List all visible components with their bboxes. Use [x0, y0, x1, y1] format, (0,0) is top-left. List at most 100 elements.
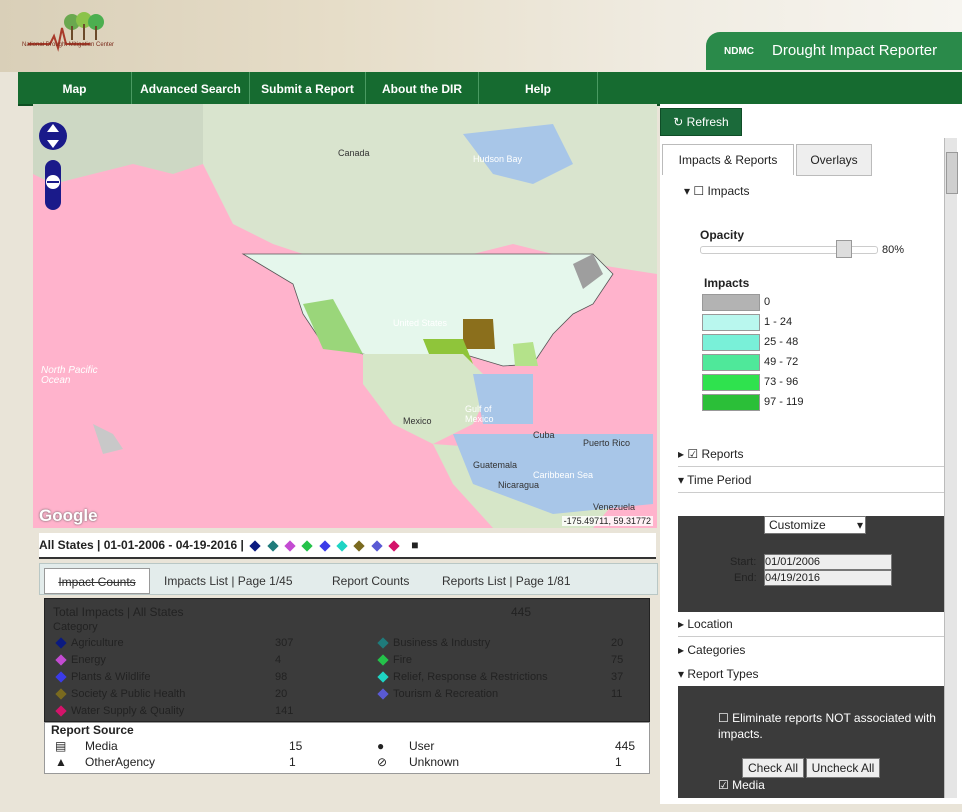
brand-tab: NDMC Drought Impact Reporter [706, 32, 962, 70]
canada-land [203, 104, 657, 274]
cat-name[interactable]: Relief, Response & Restrictions [393, 671, 548, 683]
nav-advanced-search[interactable]: Advanced Search [132, 72, 250, 104]
tab-reports-list[interactable]: Reports List | Page 1/81 [442, 568, 571, 592]
relief-diamond-icon[interactable] [336, 540, 348, 552]
missouri-state [463, 319, 495, 349]
map-view[interactable]: Canada Hudson Bay Mexico Gulf of Mexico … [33, 104, 657, 528]
time-period-select[interactable]: Customize ▾ [764, 516, 866, 534]
label-hudson: Hudson Bay [473, 154, 523, 164]
energy-diamond-icon[interactable] [284, 540, 296, 552]
tab-impact-counts[interactable]: Impact Counts [44, 568, 150, 594]
tab-overlays[interactable]: Overlays [796, 144, 872, 176]
opacity-label: Opacity [700, 228, 745, 242]
scrollbar-thumb[interactable] [946, 152, 958, 194]
cat-name[interactable]: Plants & Wildlife [71, 671, 150, 683]
chevron-down-icon: ▾ [856, 518, 863, 532]
refresh-button[interactable]: ↻ Refresh [660, 108, 742, 136]
time-period-toggle[interactable]: ▾ Time Period [678, 468, 944, 493]
nav-about[interactable]: About the DIR [366, 72, 479, 104]
cat-count: 307 [275, 637, 294, 649]
opacity-value: 80% [882, 244, 905, 256]
fire-diamond-icon[interactable] [301, 540, 313, 552]
cat-count: 37 [611, 671, 624, 683]
cat-name[interactable]: Tourism & Recreation [393, 688, 498, 700]
nav-submit-report[interactable]: Submit a Report [250, 72, 366, 104]
impacts-toggle[interactable]: ▾ ☐ Impacts [684, 184, 749, 198]
cat-name[interactable]: Energy [71, 654, 106, 666]
cat-count: 141 [275, 705, 294, 717]
end-date-input[interactable]: 04/19/2016 [764, 570, 892, 586]
cat-count: 4 [275, 654, 282, 666]
tab-report-counts[interactable]: Report Counts [332, 568, 409, 592]
label-pacific: North Pacific Ocean [41, 365, 98, 386]
opacity-slider-handle[interactable] [836, 240, 852, 258]
agriculture-diamond-icon[interactable] [249, 540, 261, 552]
nav-help[interactable]: Help [479, 72, 598, 104]
label-guatemala: Guatemala [473, 460, 518, 470]
customize-value: Customize [769, 518, 826, 532]
cat-name[interactable]: Agriculture [71, 637, 124, 649]
reports-toggle[interactable]: ▸ ☑ Reports [678, 442, 944, 467]
user-icon[interactable]: ■ [411, 538, 418, 552]
plants-icon [55, 671, 67, 683]
cat-count: 20 [275, 688, 288, 700]
cat-name[interactable]: Fire [393, 654, 412, 666]
energy-icon [55, 654, 67, 666]
map-canvas[interactable] [33, 104, 657, 528]
logo-caption: National Drought Mitigation Center [22, 42, 115, 48]
tourism-icon [377, 688, 389, 700]
unknown-icon: ⊘ [377, 755, 388, 769]
legend-range: 73 - 96 [764, 376, 799, 388]
cat-name[interactable]: Business & Industry [393, 637, 490, 649]
label-cuba: Cuba [533, 430, 555, 440]
cat-name[interactable]: Water Supply & Quality [71, 705, 184, 717]
mexico-land [363, 354, 493, 444]
source-name: Unknown [409, 755, 460, 769]
category-diamonds: ■ [249, 538, 419, 552]
end-label: End: [734, 572, 757, 584]
legend-swatch [702, 334, 760, 351]
start-date-input[interactable]: 01/01/2006 [764, 554, 892, 570]
society-diamond-icon[interactable] [353, 540, 365, 552]
cursor-coordinates: -175.49711, 59.31772 [561, 516, 653, 526]
label-united-states: United States [393, 318, 448, 328]
report-types-toggle[interactable]: ▾ Report Types [678, 662, 944, 687]
cat-name[interactable]: Society & Public Health [71, 688, 185, 700]
tourism-diamond-icon[interactable] [370, 540, 383, 552]
legend-swatch [702, 294, 760, 311]
impact-counts-panel: Total Impacts | All States 445 Category … [44, 598, 650, 722]
legend-range: 1 - 24 [764, 316, 793, 328]
report-source: Report Source ▤ Media 15 ● User 445 ▲ Ot… [44, 722, 650, 774]
report-source-title: Report Source [51, 723, 134, 737]
legend-swatch [702, 374, 760, 391]
media-checkbox[interactable]: ☑ Media [718, 778, 765, 792]
agency-icon: ▲ [55, 755, 67, 769]
impacts-header: Total Impacts | All States [53, 605, 184, 619]
plants-diamond-icon[interactable] [318, 540, 331, 552]
check-all-button[interactable]: Check All [742, 758, 804, 778]
legend-swatch [702, 314, 760, 331]
impacts-label: Impacts [707, 184, 750, 198]
impacts-total: 445 [511, 605, 532, 619]
source-count: 445 [615, 739, 636, 753]
uncheck-all-button[interactable]: Uncheck All [806, 758, 880, 778]
legend-swatch [702, 394, 760, 411]
cat-count: 20 [611, 637, 624, 649]
reports-label: Reports [701, 447, 744, 461]
tab-impacts-reports[interactable]: Impacts & Reports [662, 144, 794, 175]
eliminate-checkbox[interactable]: ☐ Eliminate reports NOT associated with … [718, 710, 944, 742]
water-diamond-icon[interactable] [388, 540, 400, 552]
legend-swatch [702, 354, 760, 371]
tab-impacts-list[interactable]: Impacts List | Page 1/45 [164, 568, 293, 592]
business-diamond-icon[interactable] [266, 540, 279, 552]
label-caribbean: Caribbean Sea [533, 470, 594, 480]
summary-bar: All States | 01-01-2006 - 04-19-2016 | ■ [39, 533, 656, 559]
location-toggle[interactable]: ▸ Location [678, 612, 944, 637]
refresh-label: Refresh [686, 115, 729, 129]
nav-map[interactable]: Map [18, 72, 132, 104]
pan-control[interactable] [37, 112, 69, 218]
categories-toggle[interactable]: ▸ Categories [678, 638, 944, 663]
label-gulf: Gulf of Mexico [465, 404, 494, 424]
start-label: Start: [730, 556, 757, 568]
sidebar-scrollbar[interactable] [944, 138, 958, 798]
